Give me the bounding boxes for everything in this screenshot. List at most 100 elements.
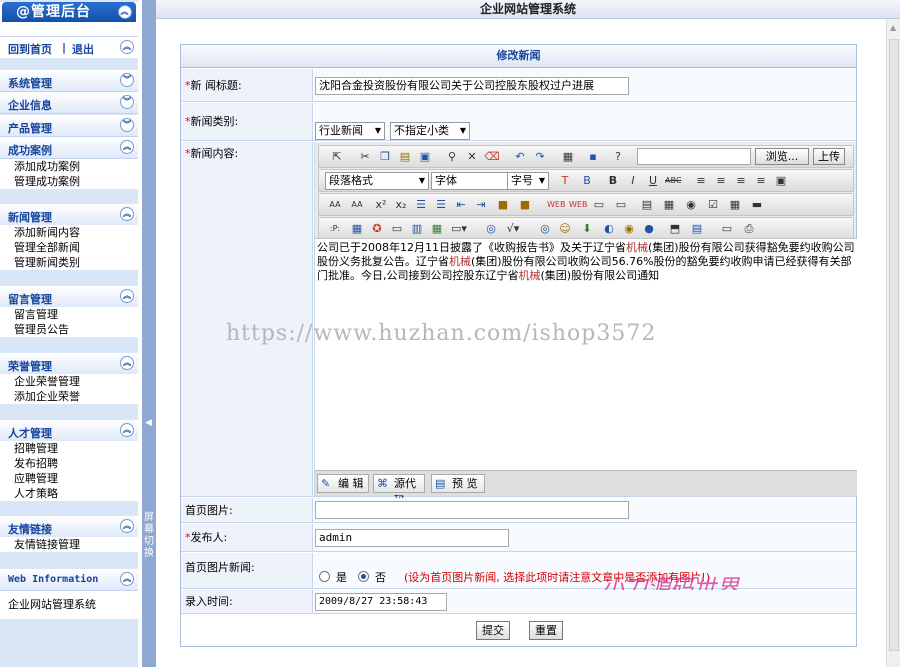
sidebar-section-honors[interactable]: 荣誉管理 ︽ [0,353,138,375]
bold-icon[interactable]: B [605,173,621,188]
select-pointer-icon[interactable]: ⇱ [329,149,345,164]
insert-doc-icon[interactable]: ▤ [689,221,705,236]
sidebar-section-talent[interactable]: 人才管理 ︽ [0,420,138,442]
sidebar-section-products[interactable]: 产品管理 ︾ [0,115,138,137]
copy-icon[interactable]: ❐ [377,149,393,164]
sidebar-item-manage-news[interactable]: 管理全部新闻 [0,240,138,255]
sidebar-item-talent-strategy[interactable]: 人才策略 [0,486,138,501]
insert-media-icon[interactable]: ◎ [537,221,553,236]
insert-comment-icon[interactable]: ● [641,221,657,236]
home-news-no-radio[interactable] [358,571,369,582]
chevron-up-icon[interactable]: ︽ [120,207,134,221]
outdent-icon[interactable]: ⇤ [453,197,469,212]
sidebar-item-news-categories[interactable]: 管理新闻类别 [0,255,138,270]
strikethrough-icon[interactable]: ABC [665,173,681,188]
italic-icon[interactable]: I [625,173,641,188]
sidebar-section-links[interactable]: 友情链接 ︽ [0,516,138,538]
chevron-up-icon[interactable]: ︽ [120,519,134,533]
sidebar-item-add-honor[interactable]: 添加企业荣誉 [0,389,138,404]
undo-icon[interactable]: ↶ [512,149,528,164]
editor-content-area[interactable]: 公司已于2008年12月11日披露了《收购报告书》及关于辽宁省机械(集团)股份有… [315,238,857,470]
paste-text-icon[interactable]: ▣ [417,149,433,164]
ordered-list-icon[interactable]: ☰ [413,197,429,212]
submit-button[interactable]: 提交 [476,621,510,640]
sidebar-item-post-job[interactable]: 发布招聘 [0,456,138,471]
insert-download-icon[interactable]: ⬇ [579,221,595,236]
insert-special-icon[interactable]: ✪ [369,221,385,236]
delete-icon[interactable]: ✕ [464,149,480,164]
paragraph-format-select[interactable]: 段落格式 ▼ [325,172,429,190]
highlight-2-icon[interactable]: ■ [517,197,533,212]
collapse-arrow-icon[interactable]: ◀ [145,418,152,428]
sidebar-section-cases[interactable]: 成功案例 ︽ [0,137,138,159]
help-icon[interactable]: ? [610,149,626,164]
fullscreen-icon[interactable]: ▭ [719,221,735,236]
insert-realplayer-icon[interactable]: ◐ [601,221,617,236]
chevron-up-icon[interactable]: ︽ [120,289,134,303]
text-color-icon[interactable]: T [557,173,573,188]
home-link[interactable]: 回到首页 [8,41,52,57]
absolute-position-icon[interactable]: ▣ [773,173,789,188]
insert-image-icon[interactable]: ▦ [429,221,445,236]
decrease-font-icon[interactable]: AA [349,197,365,212]
redo-icon[interactable]: ↷ [532,149,548,164]
textarea-icon[interactable]: ▬ [749,197,765,212]
edit-mode-tab[interactable]: ✎ 编 辑 [317,474,369,493]
vertical-scrollbar[interactable]: ▲ [886,19,900,667]
category-select[interactable]: 行业新闻 ▼ [315,122,385,140]
background-color-icon[interactable]: B [579,173,595,188]
insert-formula-icon[interactable]: √▾ [505,221,521,236]
sidebar-section-messages[interactable]: 留言管理 ︽ [0,286,138,308]
chevron-down-icon[interactable]: ︾ [120,95,134,109]
chevron-up-icon[interactable]: ︽ [120,572,134,586]
sidebar-section-web-information[interactable]: Web Information ︽ [0,569,138,591]
align-center-icon[interactable]: ≡ [713,173,729,188]
chevron-up-icon[interactable]: ︽ [120,140,134,154]
publisher-input[interactable]: admin [315,529,509,547]
align-justify-icon[interactable]: ≡ [753,173,769,188]
sidebar-toggle-bar[interactable]: ◀ 屏幕切换 [142,0,156,667]
font-size-select[interactable]: 字号 ▼ [507,172,549,190]
upload-button[interactable]: 上传 [813,148,845,165]
align-right-icon[interactable]: ≡ [733,173,749,188]
sidebar-section-news[interactable]: 新闻管理 ︽ [0,204,138,226]
checkbox-icon[interactable]: ☑ [705,197,721,212]
paste-icon[interactable]: ▤ [397,149,413,164]
indent-icon[interactable]: ⇥ [473,197,489,212]
insert-flash-icon[interactable]: ◎ [483,221,499,236]
news-title-input[interactable]: 沈阳合金投资股份有限公司关于公司控股东股权过户进展 [315,77,629,95]
sidebar-item-recruitment[interactable]: 招聘管理 [0,441,138,456]
table-menu-icon[interactable]: ▭▾ [451,221,467,236]
chevron-up-icon[interactable]: ︽ [120,356,134,370]
insert-file-icon[interactable]: ▥ [409,221,425,236]
fieldset-icon[interactable]: ▤ [639,197,655,212]
highlight-icon[interactable]: ■ [495,197,511,212]
horizontal-rule-icon[interactable]: ▭ [591,197,607,212]
align-left-icon[interactable]: ≡ [693,173,709,188]
sidebar-item-messages[interactable]: 留言管理 [0,307,138,322]
marquee-icon[interactable]: ▭ [613,197,629,212]
subcategory-select[interactable]: 不指定小类 ▼ [390,122,470,140]
scrollbar-thumb[interactable] [889,39,899,651]
unlink-icon[interactable]: WEB [569,197,587,212]
logout-link[interactable]: 退出 [72,41,94,57]
sidebar-item-applications[interactable]: 应聘管理 [0,471,138,486]
sidebar-item-manage-links[interactable]: 友情链接管理 [0,537,138,552]
home-image-input[interactable] [315,501,629,519]
browse-button[interactable]: 浏览... [755,148,809,165]
sidebar-item-admin-notice[interactable]: 管理员公告 [0,322,138,337]
dropdown-field-icon[interactable]: ▦ [727,197,743,212]
sidebar-section-system[interactable]: 系统管理 ︾ [0,70,138,92]
superscript-icon[interactable]: x² [373,197,389,212]
chevron-down-icon[interactable]: ︾ [120,73,134,87]
sidebar-item-manage-honors[interactable]: 企业荣誉管理 [0,374,138,389]
chevron-down-icon[interactable]: ︾ [120,118,134,132]
sidebar-section-company-info[interactable]: 企业信息 ︾ [0,92,138,114]
scroll-up-icon[interactable]: ▲ [890,23,896,32]
increase-font-icon[interactable]: AA [327,197,343,212]
unordered-list-icon[interactable]: ☰ [433,197,449,212]
find-icon[interactable]: ⚲ [444,149,460,164]
select-all-icon[interactable]: ▦ [560,149,576,164]
input-box-icon[interactable]: ▦ [661,197,677,212]
chevron-up-icon[interactable]: ︽ [120,423,134,437]
